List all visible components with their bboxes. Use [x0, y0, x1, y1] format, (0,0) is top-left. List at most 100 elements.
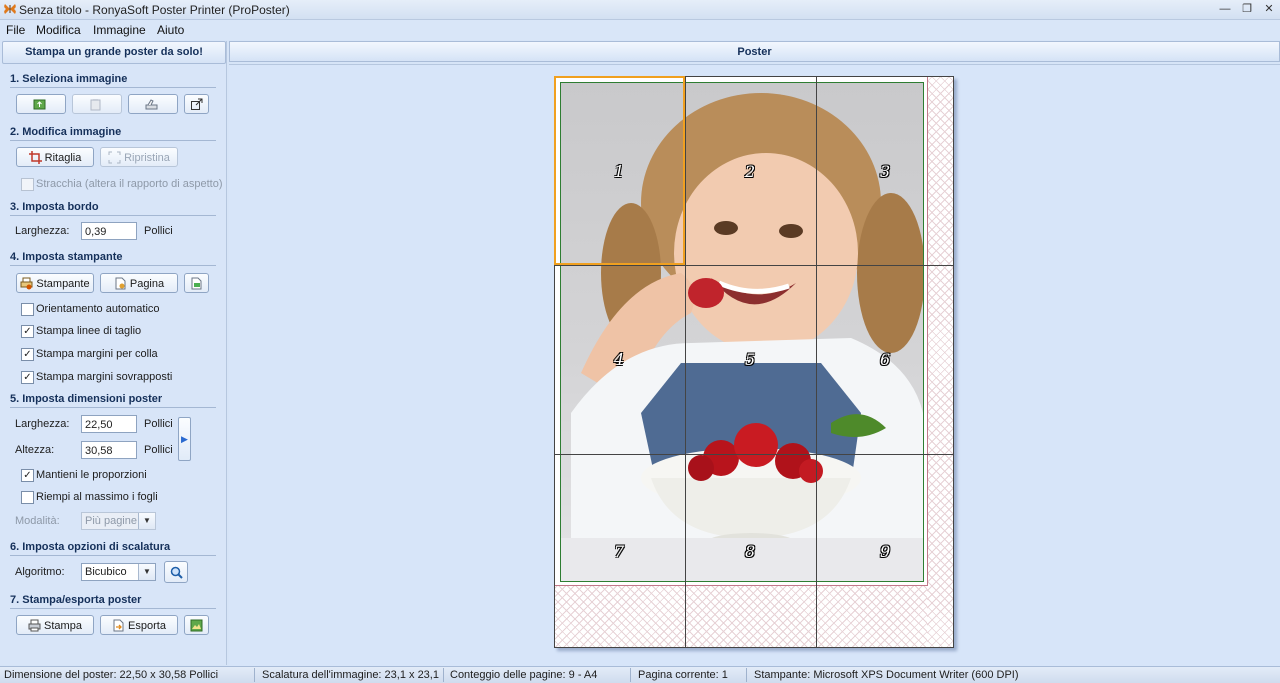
restore-button[interactable]: Ripristina: [100, 147, 178, 167]
page-number-6[interactable]: 6: [880, 350, 890, 369]
export-button[interactable]: Esporta: [100, 615, 178, 635]
section-divider: [10, 608, 216, 609]
chevron-down-icon: ▼: [138, 513, 155, 529]
border-unit-label: Pollici: [144, 225, 173, 237]
page-number-5[interactable]: 5: [745, 350, 755, 369]
menu-immagine[interactable]: Immagine: [93, 23, 146, 37]
print-button[interactable]: Stampa: [16, 615, 94, 635]
clipboard-icon: [90, 99, 101, 111]
window-title: Senza titolo - RonyaSoft Poster Printer …: [19, 3, 290, 17]
stretch-checkbox[interactable]: [21, 178, 34, 191]
status-printer: Stampante: Microsoft XPS Document Writer…: [754, 669, 1019, 681]
status-separator: [630, 668, 631, 682]
section-divider: [10, 555, 216, 556]
scanner-icon: [145, 99, 158, 110]
settings-panel: Stampa un grande poster da solo! 1. Sele…: [0, 41, 227, 665]
menu-file[interactable]: File: [6, 23, 25, 37]
poster-header: Poster: [229, 41, 1280, 62]
poster-height-unit: Pollici: [144, 444, 173, 456]
page-number-2[interactable]: 2: [745, 162, 755, 181]
section-divider: [10, 140, 216, 141]
algorithm-label: Algoritmo:: [15, 566, 65, 578]
open-image-icon: [33, 99, 46, 110]
page-number-1[interactable]: 1: [614, 162, 624, 181]
printer-button-label: Stampante: [36, 278, 90, 290]
printer-icon: [28, 619, 41, 632]
glue-margins-label: Stampa margini per colla: [36, 348, 158, 360]
menu-modifica[interactable]: Modifica: [36, 23, 81, 37]
auto-orient-label: Orientamento automatico: [36, 303, 160, 315]
poster-width-input[interactable]: 22,50: [81, 415, 137, 433]
keep-ratio-label: Mantieni le proporzioni: [36, 469, 147, 481]
overlap-margins-checkbox[interactable]: ✓: [21, 371, 34, 384]
section-select-image-title: 1. Seleziona immagine: [10, 73, 128, 85]
scan-image-button[interactable]: [128, 94, 178, 114]
restore-icon: [108, 151, 121, 164]
section-border-title: 3. Imposta bordo: [10, 201, 99, 213]
open-image-button[interactable]: [16, 94, 66, 114]
section-edit-image-title: 2. Modifica immagine: [10, 126, 122, 138]
cut-lines-checkbox[interactable]: ✓: [21, 325, 34, 338]
status-image-scale: Scalatura dell'immagine: 23,1 x 23,1: [262, 669, 439, 681]
keep-ratio-checkbox[interactable]: ✓: [21, 469, 34, 482]
section-poster-size-title: 5. Imposta dimensioni poster: [10, 393, 163, 405]
page-preview-icon: [191, 277, 202, 290]
overlap-margins-label: Stampa margini sovrapposti: [36, 371, 173, 383]
print-button-label: Stampa: [44, 620, 82, 632]
menu-aiuto[interactable]: Aiuto: [157, 23, 184, 37]
section-print-export-title: 7. Stampa/esporta poster: [10, 594, 142, 606]
expand-arrow-button[interactable]: ▶: [178, 417, 191, 461]
algorithm-select[interactable]: Bicubico ▼: [81, 563, 156, 581]
paste-image-button[interactable]: [72, 94, 122, 114]
poster-height-label: Altezza:: [15, 444, 55, 456]
status-separator: [443, 668, 444, 682]
picture-icon: [190, 619, 203, 632]
glue-margins-checkbox[interactable]: ✓: [21, 348, 34, 361]
minimize-icon[interactable]: —: [1216, 2, 1234, 16]
preview-zoom-button[interactable]: [164, 561, 188, 583]
fill-sheets-label: Riempi al massimo i fogli: [36, 491, 158, 503]
border-width-label: Larghezza:: [15, 225, 70, 237]
poster-preview-area: 1 2 3 4 5 6 7 8 9: [229, 64, 1280, 666]
page-preview-button[interactable]: [184, 273, 209, 293]
menu-bar: File Modifica Immagine Aiuto: [0, 20, 1280, 40]
mode-label: Modalità:: [15, 515, 60, 527]
auto-orient-checkbox[interactable]: [21, 303, 34, 316]
page-number-4[interactable]: 4: [614, 350, 624, 369]
mode-select-value: Più pagine: [85, 515, 137, 527]
restore-button-label: Ripristina: [124, 152, 170, 164]
page-number-7[interactable]: 7: [614, 542, 624, 561]
butterfly-app-icon: [4, 4, 16, 14]
mode-select[interactable]: Più pagine ▼: [81, 512, 156, 530]
section-divider: [10, 215, 216, 216]
printer-settings-button[interactable]: Stampante: [16, 273, 94, 293]
title-bar: Senza titolo - RonyaSoft Poster Printer …: [0, 0, 1280, 20]
external-link-button[interactable]: [184, 94, 209, 114]
export-image-button[interactable]: [184, 615, 209, 635]
poster-paper[interactable]: 1 2 3 4 5 6 7 8 9: [554, 76, 954, 648]
play-arrow-icon: ▶: [181, 434, 188, 444]
page-number-9[interactable]: 9: [880, 542, 890, 561]
printer-settings-icon: [20, 277, 33, 290]
poster-height-input[interactable]: 30,58: [81, 441, 137, 459]
fill-sheets-checkbox[interactable]: [21, 491, 34, 504]
crop-button[interactable]: Ritaglia: [16, 147, 94, 167]
page-number-8[interactable]: 8: [745, 542, 755, 561]
status-poster-size: Dimensione del poster: 22,50 x 30,58 Pol…: [4, 669, 219, 681]
border-width-input[interactable]: 0,39: [81, 222, 137, 240]
magnifier-icon: [170, 566, 183, 579]
poster-width-label: Larghezza:: [15, 418, 70, 430]
cut-lines-label: Stampa linee di taglio: [36, 325, 142, 337]
page-settings-icon: [115, 277, 126, 290]
page-number-3[interactable]: 3: [880, 162, 890, 181]
page-button-label: Pagina: [129, 278, 165, 290]
algorithm-select-value: Bicubico: [85, 566, 127, 578]
page-settings-button[interactable]: Pagina: [100, 273, 178, 293]
maximize-icon[interactable]: ❐: [1238, 2, 1256, 16]
section-divider: [10, 407, 216, 408]
close-icon[interactable]: ✕: [1260, 2, 1278, 16]
stretch-label: Stracchia (altera il rapporto di aspetto…: [36, 178, 223, 190]
panel-header: Stampa un grande poster da solo!: [2, 41, 226, 64]
section-scaling-title: 6. Imposta opzioni di scalatura: [10, 541, 171, 553]
export-button-label: Esporta: [128, 620, 166, 632]
